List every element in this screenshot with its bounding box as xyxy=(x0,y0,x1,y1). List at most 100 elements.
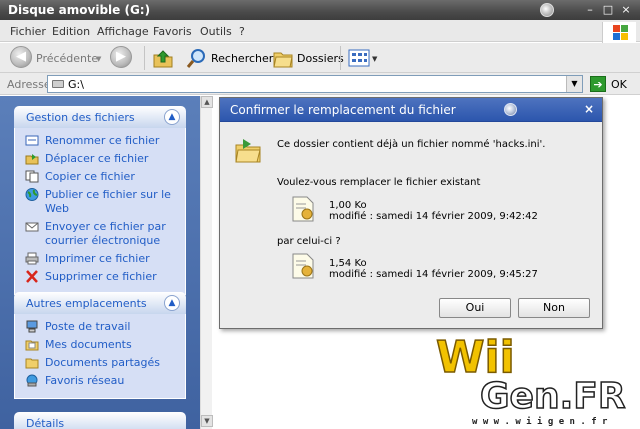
windows-flag-icon xyxy=(613,25,629,41)
wiigen-url: w w w . w i i g e n . f r xyxy=(472,416,608,427)
folder-up-icon[interactable] xyxy=(152,47,174,69)
file-tasks-panel: Gestion des fichiers ▲ Renommer ce fichi… xyxy=(14,106,186,295)
window-titlebar: Disque amovible (G:) – □ × xyxy=(0,0,640,20)
new-file-modified: modifié : samedi 14 février 2009, 9:45:2… xyxy=(329,269,538,280)
shared-folder-icon xyxy=(25,358,39,369)
existing-file-modified: modifié : samedi 14 février 2009, 9:42:4… xyxy=(329,211,538,222)
file-tasks-header[interactable]: Gestion des fichiers ▲ xyxy=(14,106,186,128)
printer-icon xyxy=(25,252,39,265)
task-copy-label[interactable]: Copier ce fichier xyxy=(45,170,135,183)
search-button-label[interactable]: Rechercher xyxy=(211,52,273,65)
menu-outils[interactable]: Outils xyxy=(200,25,232,38)
task-copy[interactable]: Copier ce fichier xyxy=(25,170,185,184)
task-pane: Gestion des fichiers ▲ Renommer ce fichi… xyxy=(0,96,200,429)
move-icon xyxy=(25,154,39,165)
yes-button[interactable]: Oui xyxy=(439,298,511,318)
other-places-title[interactable]: Autres emplacements xyxy=(26,297,147,310)
address-label: Adresse xyxy=(7,78,51,91)
other-places-panel: Autres emplacements ▲ Poste de travail M… xyxy=(14,292,186,399)
vertical-scrollbar[interactable]: ▲ ▼ xyxy=(200,96,213,429)
task-email[interactable]: Envoyer ce fichier par courrier électron… xyxy=(25,220,185,248)
task-publish-label[interactable]: Publier ce fichier sur le Web xyxy=(45,188,171,215)
toolbar: ◀ Précédente ▼ ▶ Rechercher Dossiers ▼ xyxy=(0,43,640,73)
drive-icon xyxy=(52,80,64,88)
back-arrow-icon[interactable]: ◀ xyxy=(10,46,32,68)
forward-arrow-icon[interactable]: ▶ xyxy=(110,46,132,68)
dialog-close-button[interactable]: × xyxy=(582,102,596,116)
scroll-up-icon[interactable]: ▲ xyxy=(201,96,213,108)
task-publish[interactable]: Publier ce fichier sur le Web xyxy=(25,188,185,216)
place-my-documents[interactable]: Mes documents xyxy=(25,338,185,352)
ini-file-icon xyxy=(292,196,314,222)
by-this-label: par celui-ci ? xyxy=(277,236,341,247)
file-tasks-title[interactable]: Gestion des fichiers xyxy=(26,111,135,124)
task-email-label[interactable]: Envoyer ce fichier par courrier électron… xyxy=(45,220,166,247)
place-my-computer-label[interactable]: Poste de travail xyxy=(45,320,130,333)
folders-icon[interactable] xyxy=(272,47,294,69)
place-shared-documents[interactable]: Documents partagés xyxy=(25,356,185,370)
dialog-message: Ce dossier contient déjà un fichier nomm… xyxy=(277,139,546,150)
place-shared-documents-label[interactable]: Documents partagés xyxy=(45,356,160,369)
folder-replace-icon xyxy=(235,139,261,163)
back-dropdown-icon[interactable]: ▼ xyxy=(96,55,101,63)
place-my-documents-label[interactable]: Mes documents xyxy=(45,338,132,351)
go-arrow-icon[interactable]: ➔ xyxy=(590,76,606,92)
copy-icon xyxy=(25,170,39,183)
wiigen-logo-gen: Gen.FR xyxy=(480,376,626,417)
menu-fichier[interactable]: Fichier xyxy=(10,25,46,38)
documents-folder-icon xyxy=(25,340,39,351)
dialog-question: Voulez-vous remplacer le fichier existan… xyxy=(277,177,481,188)
collapse-chevron-icon[interactable]: ▲ xyxy=(164,109,180,125)
network-icon xyxy=(26,374,38,387)
task-delete-label[interactable]: Supprimer ce fichier xyxy=(45,270,157,283)
file-tasks-body: Renommer ce fichier Déplacer ce fichier … xyxy=(14,128,186,295)
place-my-computer[interactable]: Poste de travail xyxy=(25,320,185,334)
no-button[interactable]: Non xyxy=(518,298,590,318)
folders-button-label[interactable]: Dossiers xyxy=(297,52,344,65)
views-icon[interactable] xyxy=(348,47,370,69)
task-delete[interactable]: Supprimer ce fichier xyxy=(25,270,185,284)
task-move-label[interactable]: Déplacer ce fichier xyxy=(45,152,148,165)
task-rename-label[interactable]: Renommer ce fichier xyxy=(45,134,159,147)
theme-orb-icon xyxy=(504,103,517,116)
place-network-label[interactable]: Favoris réseau xyxy=(45,374,124,387)
task-rename[interactable]: Renommer ce fichier xyxy=(25,134,185,148)
scroll-down-icon[interactable]: ▼ xyxy=(201,415,213,427)
search-icon[interactable] xyxy=(186,47,208,69)
computer-icon xyxy=(26,320,38,333)
other-places-header[interactable]: Autres emplacements ▲ xyxy=(14,292,186,314)
address-value[interactable]: G:\ xyxy=(68,78,84,91)
task-print-label[interactable]: Imprimer ce fichier xyxy=(45,252,150,265)
window-title: Disque amovible (G:) xyxy=(8,3,151,17)
address-input[interactable]: G:\ ▼ xyxy=(47,75,583,93)
ini-file-icon xyxy=(292,253,314,279)
details-header[interactable]: Détails xyxy=(14,412,186,429)
address-dropdown-icon[interactable]: ▼ xyxy=(566,76,582,92)
close-window-button[interactable]: × xyxy=(618,3,634,17)
place-network[interactable]: Favoris réseau xyxy=(25,374,185,388)
menu-bar: Fichier Edition Affichage Favoris Outils… xyxy=(0,20,640,42)
wiigen-watermark: Wii Gen.FR w w w . w i i g e n . f r xyxy=(432,328,640,429)
task-move[interactable]: Déplacer ce fichier xyxy=(25,152,185,166)
windows-logo xyxy=(602,22,636,44)
confirm-replace-dialog: Confirmer le remplacement du fichier × C… xyxy=(219,97,603,329)
toolbar-separator xyxy=(144,46,145,70)
address-bar: Adresse G:\ ▼ ➔ OK xyxy=(0,73,640,95)
delete-icon xyxy=(26,270,38,283)
maximize-button[interactable]: □ xyxy=(600,3,616,17)
minimize-button[interactable]: – xyxy=(582,3,598,17)
collapse-chevron-icon[interactable]: ▲ xyxy=(164,295,180,311)
go-button-label[interactable]: OK xyxy=(611,78,627,91)
menu-help[interactable]: ? xyxy=(239,25,245,38)
dialog-title: Confirmer le remplacement du fichier xyxy=(230,103,456,117)
rename-icon xyxy=(25,135,39,146)
details-title[interactable]: Détails xyxy=(26,417,64,429)
back-button-label[interactable]: Précédente xyxy=(36,52,98,65)
task-print[interactable]: Imprimer ce fichier xyxy=(25,252,185,266)
menu-edition[interactable]: Edition xyxy=(52,25,90,38)
other-places-body: Poste de travail Mes documents Documents… xyxy=(14,314,186,399)
menu-affichage[interactable]: Affichage xyxy=(97,25,149,38)
views-dropdown-icon[interactable]: ▼ xyxy=(372,55,377,63)
existing-file-size: 1,00 Ko xyxy=(329,200,367,211)
menu-favoris[interactable]: Favoris xyxy=(153,25,192,38)
